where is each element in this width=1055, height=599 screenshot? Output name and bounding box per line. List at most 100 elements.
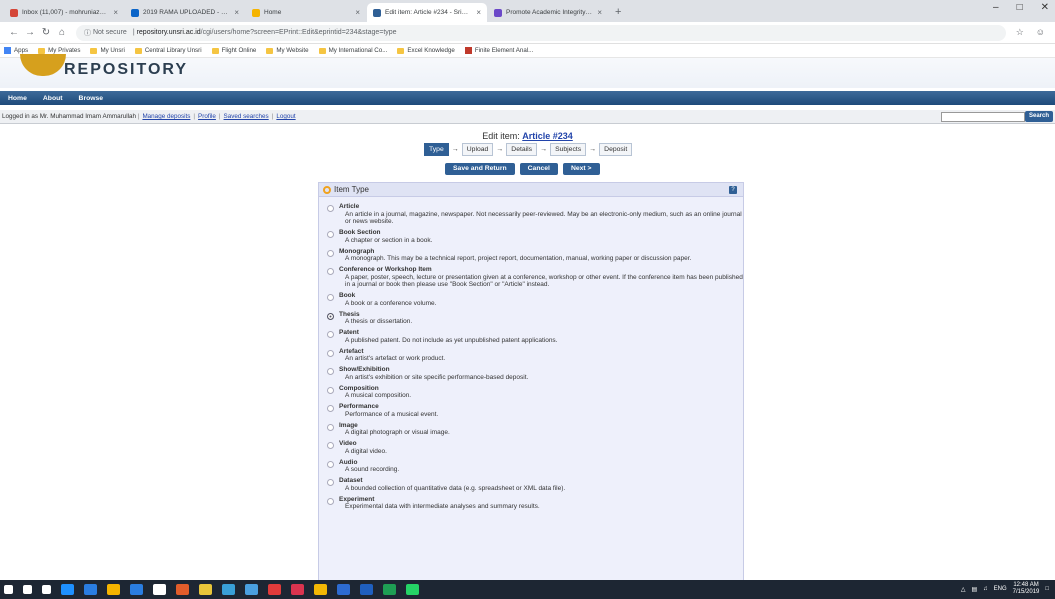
item-type-option[interactable]: Audio A sound recording. [327,459,743,474]
back-icon[interactable]: ← [6,27,22,38]
item-type-option[interactable]: Composition A musical composition. [327,385,743,400]
item-type-option[interactable]: Monograph A monograph. This may be a tech… [327,248,743,263]
item-type-option[interactable]: Experiment Experimental data with interme… [327,496,743,511]
menu-item-about[interactable]: About [43,95,63,102]
article-link[interactable]: Article #234 [522,131,573,141]
item-type-option[interactable]: Conference or Workshop Item A paper, post… [327,266,743,289]
browser-tab[interactable]: Edit item: Article #234 - Sriwijaya × [367,3,487,22]
browser-tab[interactable]: Home × [246,3,366,22]
item-type-option[interactable]: Artefact An artist's artefact or work pro… [327,348,743,363]
chrome-icon[interactable] [314,584,327,595]
radio-button[interactable] [327,460,334,468]
file-explorer-icon[interactable] [84,584,97,595]
new-tab-icon[interactable]: + [609,3,627,22]
clock[interactable]: 12:48 AM 7/15/2019 [1013,582,1040,596]
item-type-option[interactable]: Video A digital video. [327,440,743,455]
radio-button[interactable] [327,442,334,449]
radio-button[interactable] [327,268,334,275]
app-icon[interactable] [176,584,189,595]
profile-link[interactable]: Profile [198,113,216,120]
item-type-option[interactable]: Thesis A thesis or dissertation. [327,311,743,326]
url-field[interactable]: ⓘ Not secure | repository.unsri.ac.id /c… [76,24,1006,41]
star-icon[interactable]: ☆ [1016,27,1024,38]
item-type-option[interactable]: Performance Performance of a musical even… [327,403,743,418]
reload-icon[interactable]: ↻ [38,27,54,38]
radio-button[interactable] [327,231,334,238]
search-icon[interactable] [23,585,32,594]
menu-item-browse[interactable]: Browse [79,95,104,102]
item-type-option[interactable]: Show/Exhibition An artist's exhibition or… [327,366,743,381]
task-view-icon[interactable] [42,585,51,594]
mail-icon[interactable] [130,584,143,595]
tab-close-icon[interactable]: × [113,8,118,17]
item-type-option[interactable]: Article An article in a journal, magazine… [327,203,743,226]
radio-button[interactable] [327,249,334,257]
radio-button[interactable] [327,331,334,338]
bookmark-item[interactable]: My Website [266,47,309,54]
minimize-icon[interactable]: – [993,2,999,13]
forward-icon[interactable]: → [22,27,38,38]
calculator-icon[interactable] [153,584,166,595]
save-and-return-button[interactable]: Save and Return [445,163,515,175]
bookmark-item[interactable]: My Privates [38,47,80,54]
radio-button[interactable] [327,479,334,486]
browser-tab[interactable]: 2019 RAMA UPLOADED - OneDr × [125,3,245,22]
cancel-button[interactable]: Cancel [519,163,558,175]
notification-icon[interactable]: □ [1045,586,1049,592]
item-type-option[interactable]: Patent A published patent. Do not include… [327,329,743,344]
store-icon[interactable] [107,584,120,595]
radio-button[interactable] [327,368,334,375]
repository-logo-text[interactable]: REPOSITORY [64,61,188,79]
whatsapp-icon[interactable] [406,584,419,595]
stage-upload[interactable]: Upload [461,143,494,156]
network-icon[interactable]: ▤ [971,586,977,593]
saved-searches-link[interactable]: Saved searches [224,113,269,120]
language-indicator[interactable]: ENG [994,586,1007,592]
manage-deposits-link[interactable]: Manage deposits [142,113,190,120]
stage-type[interactable]: Type [424,143,449,156]
item-type-option[interactable]: Book A book or a conference volume. [327,292,743,307]
stage-subjects[interactable]: Subjects [550,143,587,156]
item-type-option[interactable]: Image A digital photograph or visual imag… [327,422,743,437]
search-button[interactable]: Search [1024,111,1053,122]
close-icon[interactable]: ✕ [1041,2,1049,13]
info-icon[interactable]: ⓘ [84,28,91,38]
bookmark-item[interactable]: Finite Element Anal... [464,47,533,54]
maximize-icon[interactable]: □ [1017,2,1023,13]
logout-link[interactable]: Logout [276,113,295,120]
stage-details[interactable]: Details [506,143,538,156]
word-icon[interactable] [360,584,373,595]
bookmark-item[interactable]: Central Library Unsri [134,47,202,54]
tab-close-icon[interactable]: × [476,8,481,17]
app-icon[interactable] [337,584,350,595]
start-icon[interactable] [4,585,13,594]
bookmark-item[interactable]: Excel Knowledge [397,47,455,54]
radio-button[interactable] [327,423,334,431]
next-button[interactable]: Next > [562,163,600,175]
radio-button[interactable] [327,294,334,301]
tab-close-icon[interactable]: × [234,8,239,17]
radio-button[interactable] [327,497,334,505]
browser-tab[interactable]: Inbox (11,007) - mohruniaz@uns × [4,3,124,22]
bookmark-item[interactable]: Flight Online [211,47,256,54]
app-icon[interactable] [199,584,212,595]
volume-icon[interactable]: ♫ [983,586,988,592]
site-search-input[interactable] [941,112,1025,122]
bookmark-item[interactable]: My Unsri [90,47,125,54]
bookmark-item[interactable]: My International Co... [318,47,387,54]
app-icon[interactable] [222,584,235,595]
radio-button[interactable] [327,405,334,412]
people-icon[interactable]: △ [961,586,966,593]
chrome-icon[interactable] [245,584,258,595]
stage-deposit[interactable]: Deposit [599,143,633,156]
item-type-option[interactable]: Dataset A bounded collection of quantitat… [327,477,743,492]
radio-button[interactable] [327,205,334,212]
acrobat-icon[interactable] [268,584,281,595]
bookmark-item[interactable]: Apps [4,47,28,54]
menu-item-home[interactable]: Home [8,95,27,102]
radio-button[interactable] [327,349,334,357]
help-icon[interactable]: ? [729,186,737,194]
browser-tab[interactable]: Promote Academic Integrity | Ith × [488,3,608,22]
excel-icon[interactable] [383,584,396,595]
item-type-option[interactable]: Book Section A chapter or section in a bo… [327,229,743,244]
